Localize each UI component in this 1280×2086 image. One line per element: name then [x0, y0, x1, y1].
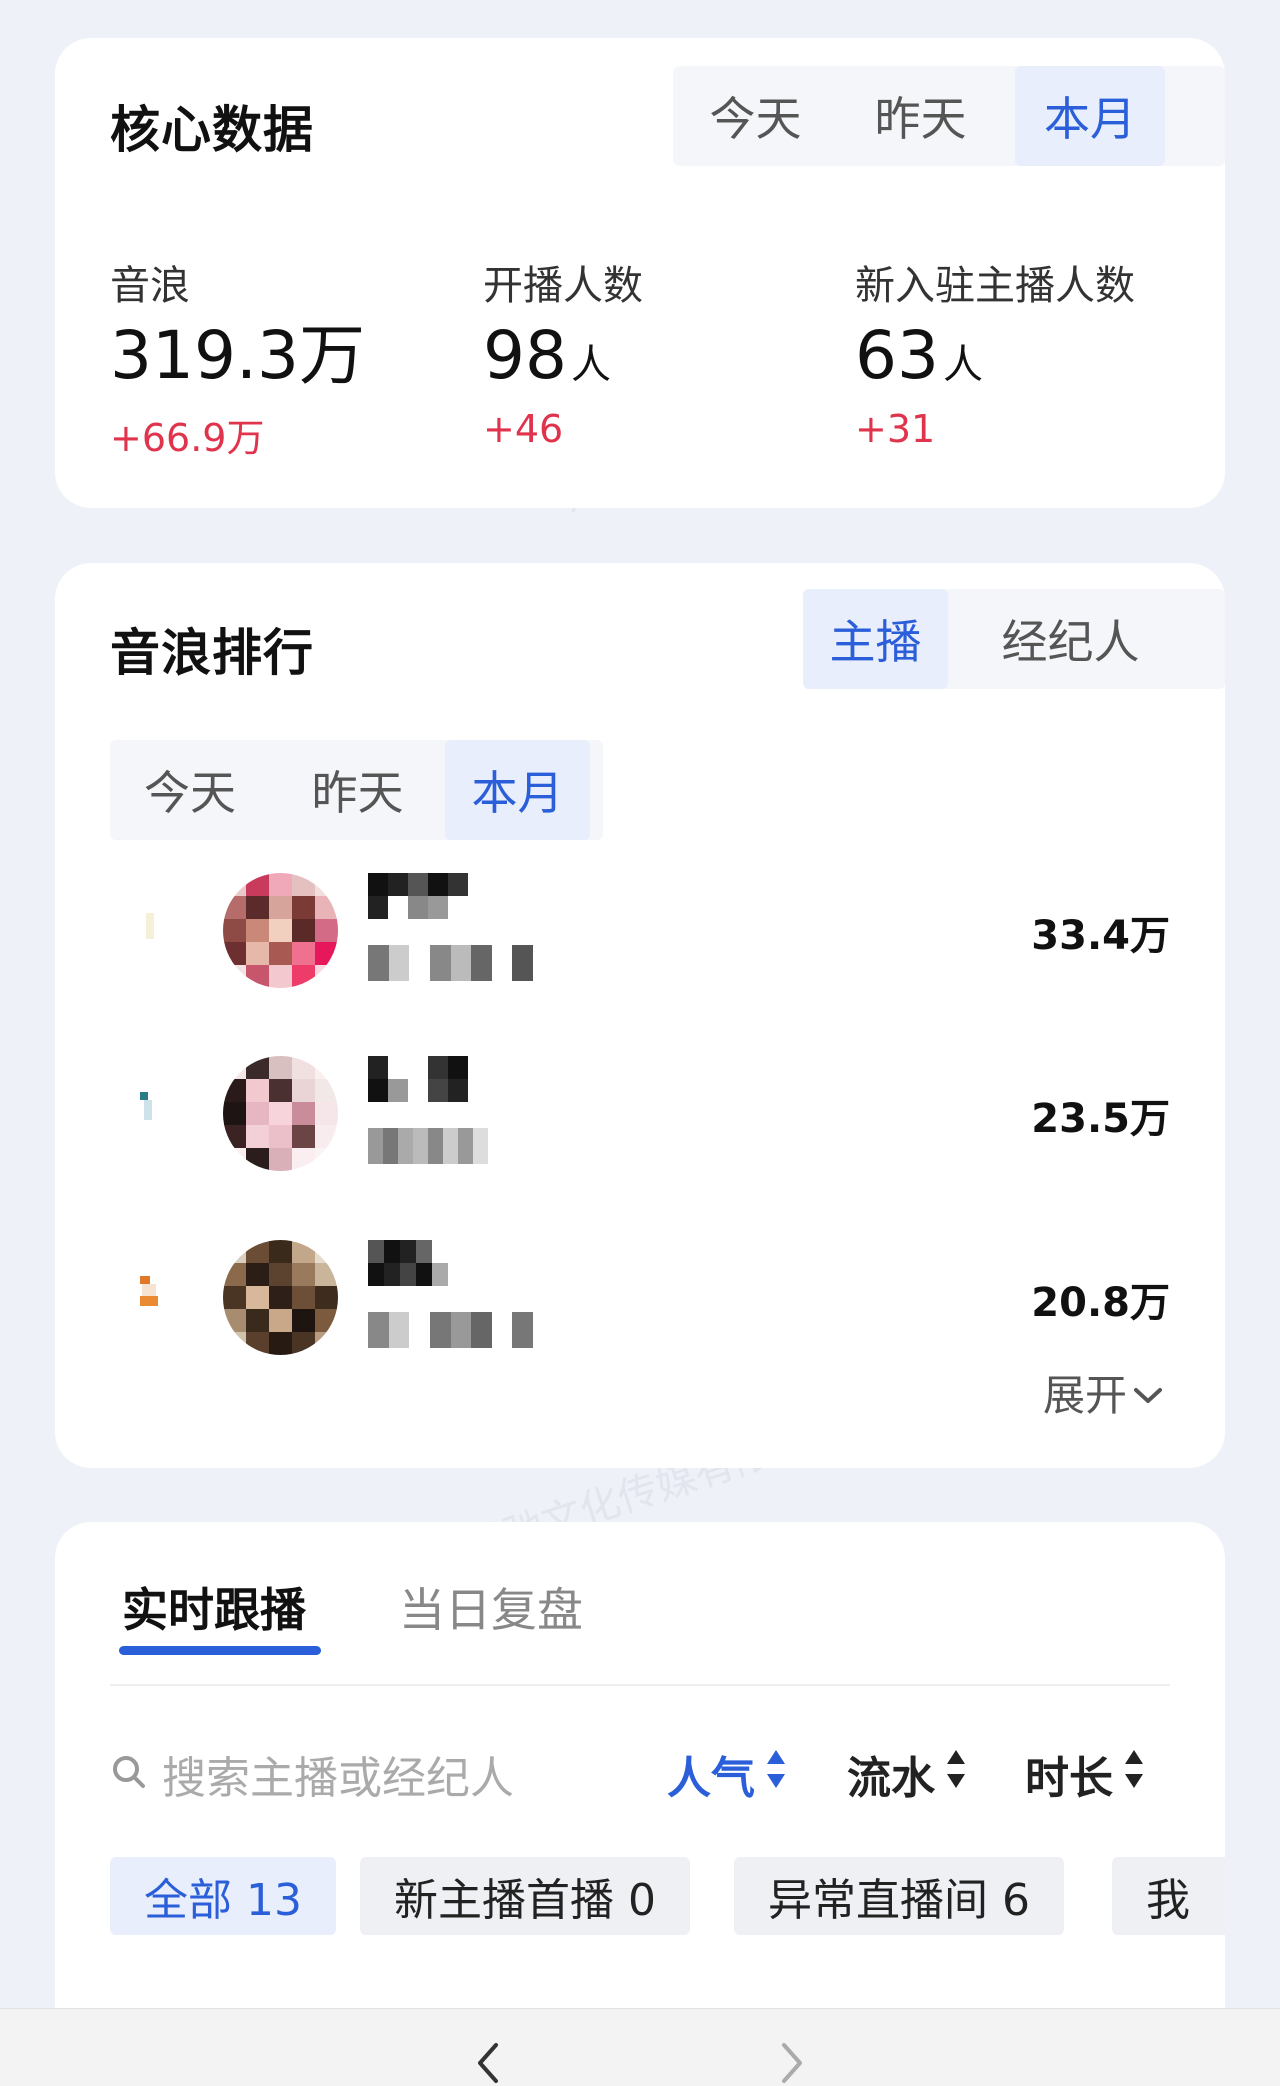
tab-agent[interactable]: 经纪人 [948, 589, 1193, 689]
tab-realtime[interactable]: 实时跟播 [122, 1574, 306, 1640]
stat-value: 319.3万 [110, 317, 365, 394]
chip-abnormal-room[interactable]: 异常直播间 6 [734, 1857, 1064, 1935]
sort-label: 时长 [1025, 1753, 1113, 1804]
subtitle-placeholder [368, 1128, 488, 1164]
stat-yinlang: 音浪 319.3万 +66.9万 [110, 253, 365, 462]
back-icon[interactable] [468, 2039, 508, 2086]
stat-unit: 人 [942, 342, 983, 388]
tab-today[interactable]: 今天 [673, 66, 838, 166]
sort-arrows-icon [945, 1747, 967, 1802]
stat-delta: +66.9万 [110, 416, 265, 460]
ranking-row[interactable]: 23.5万 [55, 1036, 1225, 1186]
avatar [223, 1056, 338, 1171]
rank-medal-icon [130, 1270, 170, 1318]
stat-label: 音浪 [110, 263, 190, 309]
sort-popularity[interactable]: 人气 [667, 1744, 787, 1804]
ranking-period-tabs: 今天 昨天 本月 [110, 740, 603, 840]
core-data-card: 核心数据 今天 昨天 本月 音浪 319.3万 +66.9万 开播人数 98 人 … [55, 38, 1225, 508]
tab-month[interactable]: 本月 [445, 740, 590, 840]
ranking-title: 音浪排行 [110, 624, 314, 682]
core-data-title: 核心数据 [110, 101, 314, 159]
avatar [223, 1240, 338, 1355]
tab-today[interactable]: 今天 [110, 740, 270, 840]
ranking-type-tabs: 主播 经纪人 [803, 589, 1225, 689]
stat-live-count: 开播人数 98 人 +46 [483, 253, 643, 451]
tab-review[interactable]: 当日复盘 [399, 1574, 583, 1640]
ranking-card: 音浪排行 主播 经纪人 今天 昨天 本月 33.4万 23.5万 20.8万 展… [55, 563, 1225, 1468]
stat-label: 开播人数 [483, 263, 643, 309]
search-placeholder: 搜索主播或经纪人 [162, 1753, 514, 1804]
stat-value: 63 人 [855, 317, 983, 394]
stat-unit: 人 [570, 342, 611, 388]
tab-streamer[interactable]: 主播 [803, 589, 948, 689]
tab-yesterday[interactable]: 昨天 [838, 66, 1003, 166]
subtitle-placeholder [368, 1312, 533, 1348]
tab-yesterday[interactable]: 昨天 [270, 740, 445, 840]
chip-mine[interactable]: 我 [1112, 1857, 1225, 1935]
stat-delta: +31 [855, 407, 936, 451]
browser-nav-bar [0, 2008, 1280, 2086]
name-placeholder [368, 873, 468, 919]
chip-new-streamer[interactable]: 新主播首播 0 [360, 1857, 690, 1935]
stat-value: 98 人 [483, 317, 611, 394]
core-period-tabs: 今天 昨天 本月 [673, 66, 1225, 166]
chip-all[interactable]: 全部 13 [110, 1857, 336, 1935]
name-placeholder [368, 1056, 468, 1102]
avatar [223, 873, 338, 988]
rank-medal-icon [130, 903, 170, 951]
sort-revenue[interactable]: 流水 [847, 1744, 967, 1804]
sort-arrows-icon [765, 1747, 787, 1802]
tab-month[interactable]: 本月 [1015, 66, 1165, 166]
stat-delta: +46 [483, 407, 564, 451]
expand-label: 展开 [1042, 1371, 1127, 1420]
live-card: 实时跟播 当日复盘 搜索主播或经纪人 人气 流水 时长 全部 13 新主播首播 … [55, 1522, 1225, 2042]
sort-duration[interactable]: 时长 [1025, 1744, 1145, 1804]
subtitle-placeholder [368, 945, 533, 981]
search-icon [110, 1753, 148, 1795]
ranking-row[interactable]: 33.4万 [55, 853, 1225, 1003]
tab-underline [119, 1646, 321, 1655]
rank-value: 20.8万 [1031, 1280, 1170, 1326]
rank-value: 23.5万 [1031, 1096, 1170, 1142]
stat-label: 新入驻主播人数 [855, 263, 1135, 309]
forward-icon[interactable] [772, 2039, 812, 2086]
rank-value: 33.4万 [1031, 913, 1170, 959]
name-placeholder [368, 1240, 448, 1286]
sort-label: 人气 [667, 1753, 755, 1804]
stat-new-streamers: 新入驻主播人数 63 人 +31 [855, 253, 1135, 451]
search-input[interactable]: 搜索主播或经纪人 [110, 1744, 580, 1804]
sort-label: 流水 [847, 1753, 935, 1804]
ranking-row[interactable]: 20.8万 [55, 1220, 1225, 1370]
chevron-down-icon [1133, 1368, 1163, 1417]
rank-medal-icon [130, 1086, 170, 1134]
sort-arrows-icon [1123, 1747, 1145, 1802]
divider [110, 1684, 1170, 1686]
expand-button[interactable]: 展开 [1043, 1362, 1163, 1423]
